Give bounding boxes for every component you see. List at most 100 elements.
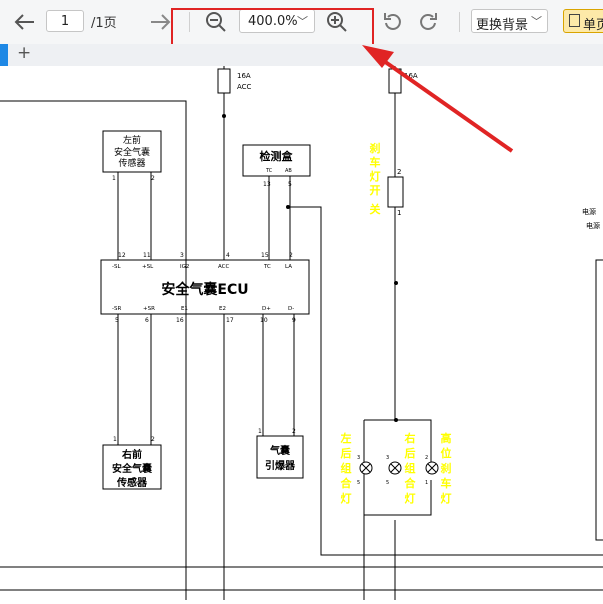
zoom-highlight-box [171, 8, 374, 49]
power-label-line1: 电源 [582, 207, 596, 216]
brake-switch-char: 车 [370, 155, 381, 169]
right-rear-lamp-char: 灯 [405, 491, 416, 505]
ecu-pin-num: 9 [292, 317, 296, 324]
ecu-pin-name: +SL [142, 264, 154, 270]
front-left-pin1: 1 [112, 175, 116, 182]
ecu-pin-name: -SL [112, 264, 121, 270]
ecu-pin-num: 17 [226, 317, 234, 324]
arrow-right-icon [151, 14, 171, 30]
fuse-left-name: ACC [237, 83, 252, 91]
left-rear-lamp-char: 灯 [341, 491, 352, 505]
ecu-pin-name: E1 [181, 306, 188, 312]
brake-switch-char: 灯 [370, 169, 381, 183]
ecu-pin-num: 5 [115, 317, 119, 324]
left-rear-lamp-char: 左 [340, 431, 352, 445]
check-box-pin-ab: AB [285, 168, 292, 174]
check-box-pin-tc: TC [265, 168, 273, 174]
ecu-pin-num: 6 [145, 317, 149, 324]
right-rear-lamp-char: 合 [405, 476, 417, 490]
ecu-pin-name: +SR [143, 306, 155, 312]
detonator-pin1: 1 [258, 428, 262, 435]
lamp-pin: 5 [357, 480, 360, 486]
power-label-line2: 电源 [586, 221, 600, 230]
arrow-left-icon [14, 14, 34, 30]
detonator-line2: 引爆器 [265, 459, 296, 472]
front-left-sensor-line2: 安全气囊 [114, 146, 150, 158]
left-rear-lamp-char: 组 [341, 461, 352, 475]
prev-page-button[interactable] [12, 11, 38, 33]
high-brake-lamp-char: 刹 [441, 461, 452, 475]
ecu-pin-name: D- [288, 306, 294, 312]
brake-switch-pin1: 1 [397, 209, 401, 217]
toolbar-divider [459, 12, 460, 32]
change-background-select[interactable]: 更换背景 ﹀ [471, 9, 548, 33]
single-page-label: 单页 [583, 18, 603, 33]
left-rear-lamp-char: 后 [341, 446, 352, 460]
ecu-pin-name: LA [285, 264, 292, 270]
ecu-pin-num: 12 [118, 252, 126, 259]
fuse-left-rating: 16A [237, 72, 251, 80]
front-left-pin2: 2 [151, 175, 155, 182]
left-rear-lamp-char: 合 [341, 476, 353, 490]
rotate-cw-icon [420, 13, 437, 30]
active-tab-indicator [0, 44, 8, 66]
front-right-sensor-line1: 右前 [121, 448, 142, 461]
high-brake-lamp-char: 车 [441, 476, 452, 490]
chevron-down-icon: ﹀ [531, 15, 542, 28]
lamp-pin: 2 [425, 455, 428, 461]
ecu-pin-num: 16 [176, 317, 184, 324]
page-number-input[interactable]: 1 [46, 10, 84, 32]
ecu-pin-num: 2 [289, 252, 293, 259]
ecu-pin-name: -SR [112, 306, 121, 312]
front-right-pin1: 1 [113, 436, 117, 443]
brake-switch-pin2: 2 [397, 168, 401, 176]
rotate-left-button[interactable] [381, 10, 405, 34]
front-left-sensor-line1: 左前 [123, 134, 141, 146]
fuse-right-rating: 16A [404, 72, 418, 80]
front-right-sensor-line3: 传感器 [116, 476, 148, 489]
high-brake-lamp-char: 高 [441, 431, 452, 445]
ecu-pin-name: D+ [262, 306, 271, 312]
page-total-label: /1页 [91, 16, 117, 31]
document-viewport: 16A ACC 16A 左前 安全气囊 传感器 1 2 检测盒 TC AB 13… [0, 66, 603, 600]
ecu-label: 安全气囊ECU [161, 281, 248, 298]
ecu-pin-num: 10 [260, 317, 268, 324]
high-brake-lamp-char: 灯 [441, 491, 452, 505]
wiring-diagram: 16A ACC 16A 左前 安全气囊 传感器 1 2 检测盒 TC AB 13… [0, 66, 603, 600]
right-rear-lamp-char: 右 [404, 431, 416, 445]
front-right-sensor-line2: 安全气囊 [112, 462, 153, 475]
ecu-pin-name: E2 [219, 306, 226, 312]
next-page-button[interactable] [147, 11, 173, 33]
ecu-pin-name: ACC [218, 264, 230, 270]
check-box-pin-13: 13 [263, 181, 271, 188]
high-brake-lamp-char: 位 [441, 446, 452, 460]
lamp-pin: 5 [386, 480, 389, 486]
rotate-right-button[interactable] [416, 10, 440, 34]
page-icon [569, 14, 580, 27]
ecu-pin-num: 15 [261, 252, 269, 259]
brake-switch-char: 刹 [370, 141, 381, 155]
rotate-ccw-icon [384, 13, 401, 30]
lamp-pin: 3 [386, 455, 389, 461]
change-background-label: 更换背景 [476, 18, 529, 33]
ecu-pin-num: 11 [143, 252, 151, 259]
plus-icon[interactable]: + [17, 43, 31, 63]
front-left-sensor-line3: 传感器 [118, 157, 145, 169]
right-rear-lamp-char: 后 [405, 446, 416, 460]
lamp-pin: 1 [425, 480, 428, 486]
ecu-pin-num: 4 [226, 252, 230, 259]
ecu-pin-name: IG2 [180, 264, 189, 270]
detonator-line1: 气囊 [269, 444, 291, 457]
single-page-button[interactable]: 单页 [563, 9, 603, 33]
ecu-pin-name: TC [263, 264, 271, 270]
tab-bar [0, 44, 603, 66]
ecu-pin-num: 3 [180, 252, 184, 259]
check-box-label: 检测盒 [260, 149, 294, 163]
detonator-pin2: 2 [292, 428, 296, 435]
right-rear-lamp-char: 组 [405, 461, 416, 475]
brake-switch-char: 关 [370, 202, 381, 216]
lamp-pin: 3 [357, 455, 360, 461]
front-right-pin2: 2 [151, 436, 155, 443]
check-box-pin-5: 5 [288, 181, 292, 188]
brake-switch-char: 开 [370, 184, 381, 197]
